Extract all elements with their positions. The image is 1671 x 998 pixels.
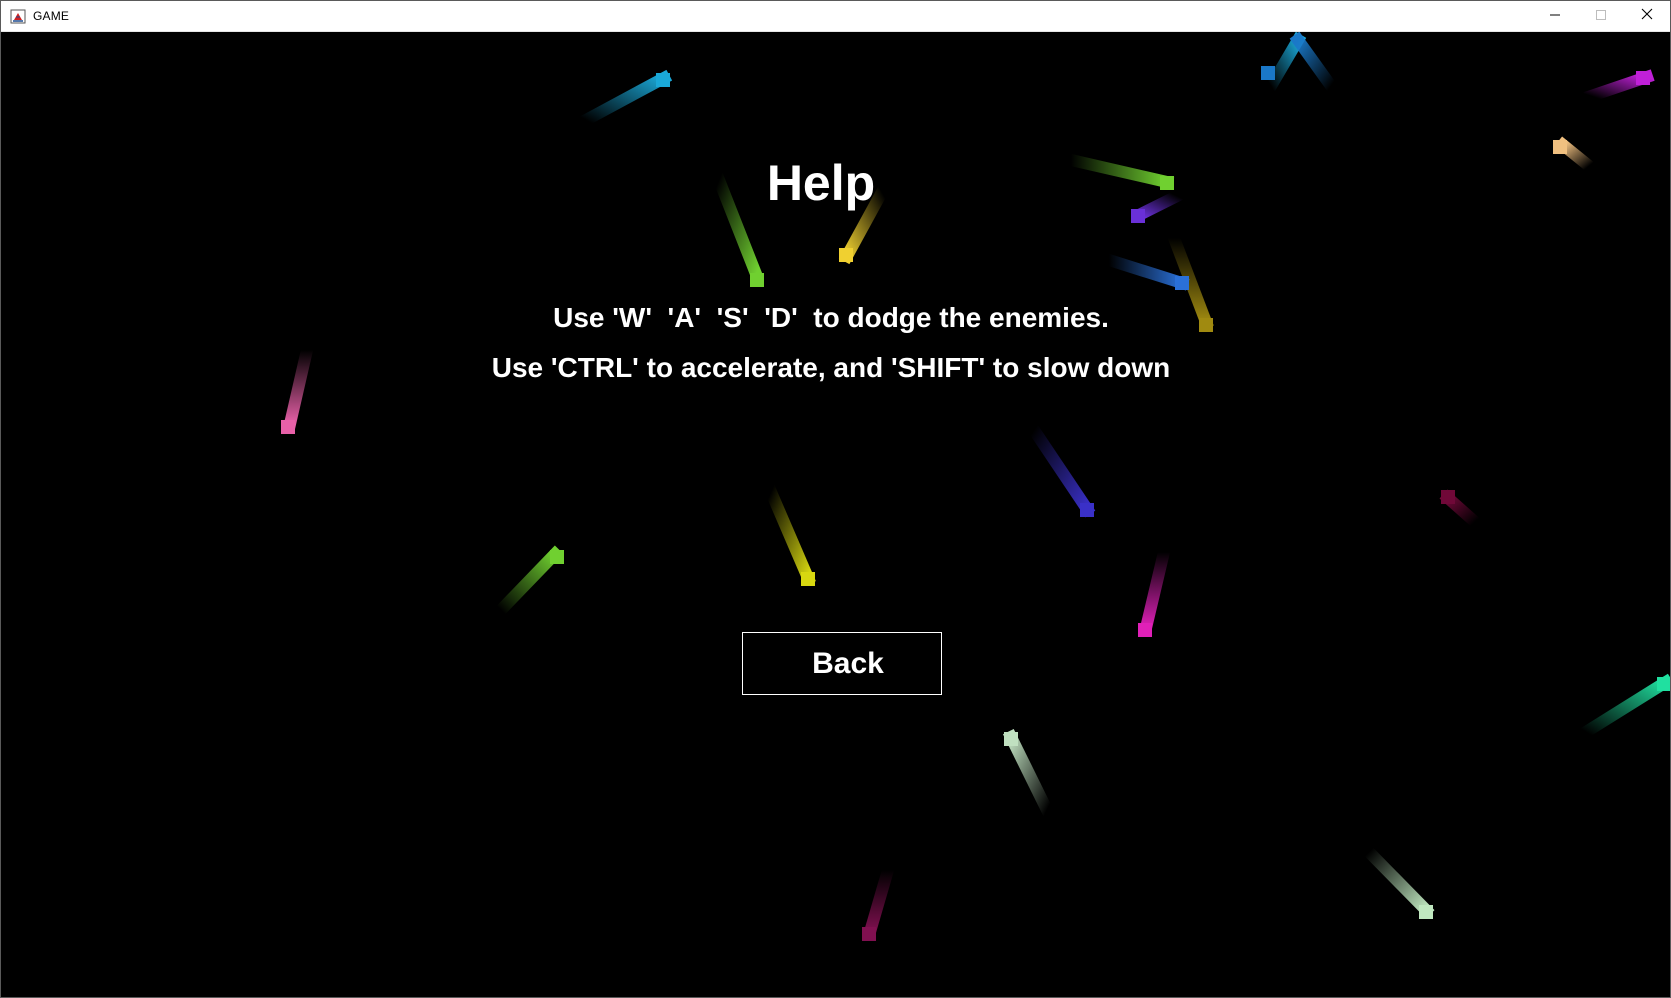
close-button[interactable] — [1624, 1, 1670, 31]
particle-head — [750, 273, 764, 287]
particle-head — [1636, 71, 1650, 85]
particle-streak — [1101, 252, 1190, 291]
particle-head — [1080, 503, 1094, 517]
particle-streak — [1138, 544, 1172, 636]
particle-streak — [577, 69, 673, 129]
particle-streak — [1360, 843, 1435, 919]
game-canvas: Help Use 'W' 'A' 'S' 'D' to dodge the en… — [1, 32, 1670, 997]
particle-head — [1553, 140, 1567, 154]
particle-head — [1175, 276, 1189, 290]
maximize-button[interactable] — [1578, 1, 1624, 31]
particle-streak — [1577, 673, 1670, 741]
help-controls-move: Use 'W' 'A' 'S' 'D' to dodge the enemies… — [553, 302, 1109, 333]
back-button[interactable]: Back — [742, 632, 942, 695]
java-cup-icon — [10, 8, 26, 24]
maximize-icon — [1596, 7, 1606, 25]
minimize-icon — [1550, 7, 1560, 25]
particle-head — [862, 927, 876, 941]
particle-streak — [1025, 421, 1096, 518]
particle-head — [656, 73, 670, 87]
particle-streak — [763, 484, 816, 586]
particle-head — [801, 572, 815, 586]
help-title: Help — [766, 155, 876, 211]
help-controls-speed: Use 'CTRL' to accelerate, and 'SHIFT' to… — [491, 352, 1171, 383]
particle-head — [281, 420, 295, 434]
particle-head — [839, 248, 853, 262]
particle-streak — [492, 545, 564, 619]
particle-head — [1261, 66, 1275, 80]
particle-head — [1004, 732, 1018, 746]
close-icon — [1641, 7, 1653, 25]
particle-head — [1657, 677, 1670, 691]
window-controls — [1532, 1, 1670, 31]
particle-streak — [1262, 32, 1307, 95]
particle-head — [1138, 623, 1152, 637]
particle-head — [550, 550, 564, 564]
game-window: GAME Help Use 'W' 'A' 'S' 'D' to dodge t… — [0, 0, 1671, 998]
particle-head — [1419, 905, 1433, 919]
minimize-button[interactable] — [1532, 1, 1578, 31]
particle-head — [1441, 490, 1455, 504]
window-title: GAME — [33, 9, 70, 23]
particle-streak — [1002, 728, 1056, 819]
title-bar[interactable]: GAME — [1, 1, 1670, 32]
particle-streak — [1289, 32, 1340, 95]
particle-streak — [862, 862, 896, 940]
